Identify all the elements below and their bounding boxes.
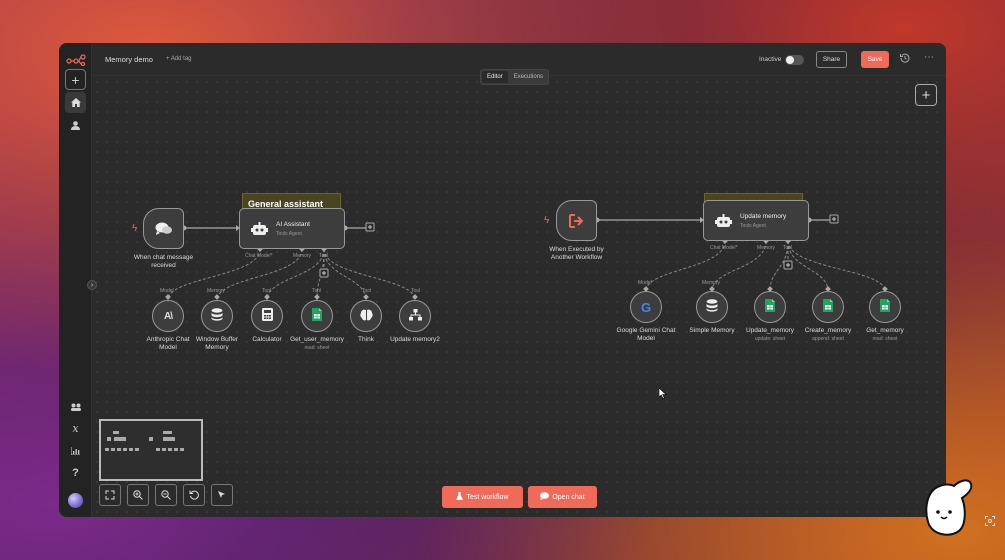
ai-assistant-title: AI Assistant bbox=[276, 221, 310, 228]
simple-memory-node[interactable] bbox=[696, 291, 728, 323]
type-label: Tool bbox=[262, 288, 272, 294]
type-label: Memory bbox=[207, 288, 226, 294]
help-icon[interactable]: ? bbox=[65, 462, 86, 483]
robot-icon bbox=[714, 212, 732, 230]
ai-assistant-node[interactable]: AI Assistant Tools Agent bbox=[239, 208, 345, 249]
think-node[interactable] bbox=[350, 300, 382, 332]
get-memory-tool-sub: read: sheet bbox=[872, 336, 898, 342]
get-memory-tool-label: Get_memory bbox=[866, 327, 904, 334]
type-label: Model bbox=[638, 280, 652, 286]
execute-workflow-icon bbox=[557, 201, 596, 240]
port-tool: Tool bbox=[319, 253, 329, 259]
trigger-bolt-icon: ϟ bbox=[132, 223, 138, 234]
fit-view-icon[interactable] bbox=[99, 484, 121, 506]
add-tag-button[interactable]: + Add tag bbox=[166, 56, 192, 62]
get-memory-tool-node[interactable] bbox=[869, 291, 901, 323]
open-chat-button[interactable]: Open chat bbox=[528, 486, 597, 508]
tab-executions[interactable]: Executions bbox=[509, 70, 548, 84]
zoom-out-icon[interactable] bbox=[155, 484, 177, 506]
calculator-node[interactable] bbox=[251, 300, 283, 332]
gemini-node[interactable]: G bbox=[630, 291, 662, 323]
calculator-icon bbox=[261, 308, 273, 324]
templates-icon[interactable] bbox=[65, 396, 86, 417]
minimap[interactable] bbox=[99, 419, 203, 481]
sheets-icon bbox=[765, 299, 775, 315]
type-label: Tool bbox=[312, 288, 322, 294]
history-icon[interactable] bbox=[900, 53, 910, 66]
chat-trigger-label: When chat message received bbox=[133, 254, 194, 270]
chat-icon bbox=[540, 492, 550, 502]
inactive-label: Inactive bbox=[759, 56, 782, 63]
chat-trigger-node[interactable] bbox=[143, 208, 184, 249]
update-memory-title: Update memory bbox=[740, 213, 787, 220]
reset-icon[interactable] bbox=[183, 484, 205, 506]
test-workflow-button[interactable]: Test workflow bbox=[442, 486, 523, 508]
google-icon: G bbox=[640, 299, 652, 315]
execute-trigger-label: When Executed by Another Workflow bbox=[549, 246, 604, 262]
zoom-in-icon[interactable] bbox=[127, 484, 149, 506]
screen-capture-icon[interactable] bbox=[985, 516, 995, 529]
sidebar: + 𝑥 ? bbox=[59, 43, 92, 517]
workflow-canvas[interactable]: + General assistant ϟ When chat message … bbox=[92, 77, 946, 517]
ai-assistant-subtitle: Tools Agent bbox=[276, 231, 302, 237]
anthropic-node[interactable]: A\ bbox=[152, 300, 184, 332]
test-workflow-label: Test workflow bbox=[466, 493, 509, 501]
update-memory-agent-node[interactable]: Update memory Tools Agent bbox=[703, 200, 809, 241]
type-label: Tool bbox=[411, 288, 421, 294]
workflow-title[interactable]: Memory demo bbox=[105, 55, 153, 64]
create-memory-tool-node[interactable] bbox=[812, 291, 844, 323]
get-user-memory-sub: read: sheet bbox=[304, 345, 330, 351]
n8n-logo-icon[interactable] bbox=[65, 49, 86, 70]
update-memory-tool-node[interactable] bbox=[754, 291, 786, 323]
port-chat-model: Chat Model* bbox=[710, 245, 738, 251]
sheets-icon bbox=[312, 308, 322, 324]
port-chat-model: Chat Model* bbox=[245, 253, 273, 259]
pointer-icon[interactable] bbox=[211, 484, 233, 506]
app-window: + 𝑥 ? Memory demo + Add tag Inactive Sha… bbox=[59, 43, 946, 517]
sheets-icon bbox=[823, 299, 833, 315]
trigger-bolt-icon: ϟ bbox=[544, 215, 550, 226]
database-icon bbox=[211, 308, 223, 324]
workflow-icon bbox=[408, 308, 422, 324]
robot-icon bbox=[250, 220, 268, 238]
type-label: Memory bbox=[702, 280, 721, 286]
more-icon[interactable]: ⋯ bbox=[924, 52, 934, 63]
home-icon[interactable] bbox=[65, 92, 86, 113]
chat-icon bbox=[144, 209, 183, 248]
port-tool: Tool bbox=[783, 245, 793, 251]
user-icon[interactable] bbox=[65, 115, 86, 136]
execute-workflow-trigger-node[interactable] bbox=[556, 200, 597, 241]
open-chat-label: Open chat bbox=[552, 493, 585, 501]
insights-icon[interactable] bbox=[65, 440, 86, 461]
update-memory-subtitle: Tools Agent bbox=[740, 223, 766, 229]
mouse-cursor-icon bbox=[658, 387, 667, 401]
get-user-memory-node[interactable] bbox=[301, 300, 333, 332]
update-memory2-node[interactable] bbox=[399, 300, 431, 332]
share-button[interactable]: Share bbox=[816, 51, 847, 68]
port-memory: Memory bbox=[757, 245, 776, 251]
window-buffer-node[interactable] bbox=[201, 300, 233, 332]
port-memory: Memory bbox=[293, 253, 312, 259]
mascot-logo bbox=[922, 478, 980, 538]
anthropic-icon: A\ bbox=[164, 310, 173, 322]
tab-editor[interactable]: Editor bbox=[482, 71, 508, 83]
type-label: Tool bbox=[362, 288, 372, 294]
view-tabs: Editor Executions bbox=[480, 69, 550, 85]
collapse-chevron-icon[interactable]: › bbox=[87, 280, 97, 290]
sheets-icon bbox=[880, 299, 890, 315]
flask-icon bbox=[456, 491, 464, 503]
avatar[interactable] bbox=[65, 490, 86, 511]
save-button[interactable]: Save bbox=[861, 51, 889, 68]
variables-icon[interactable]: 𝑥 bbox=[65, 418, 86, 439]
plus-icon[interactable]: + bbox=[65, 69, 86, 90]
brain-icon bbox=[359, 309, 373, 324]
database-icon bbox=[706, 299, 718, 315]
type-label: Model bbox=[160, 288, 174, 294]
active-toggle[interactable] bbox=[785, 55, 804, 65]
update-memory2-label: Update memory2 bbox=[390, 336, 440, 343]
